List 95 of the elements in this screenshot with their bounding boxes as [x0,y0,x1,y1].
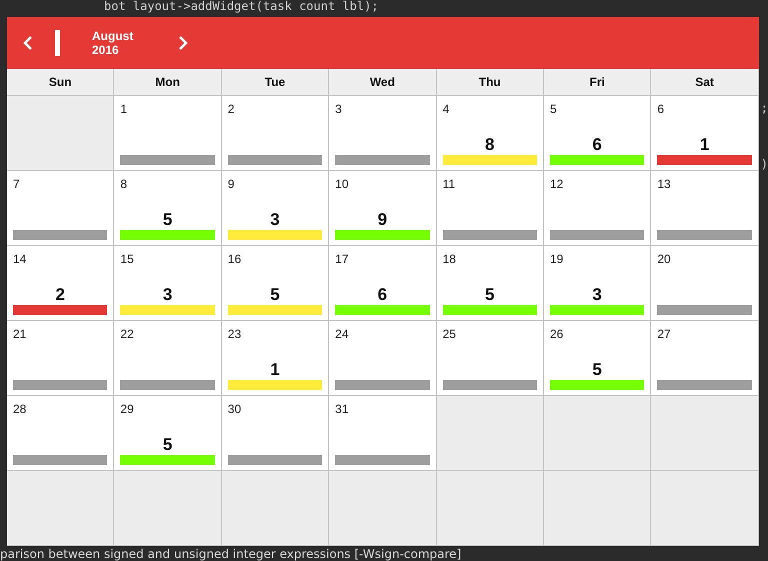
task-count: 2 [55,285,65,305]
day-cell[interactable]: 25 [436,321,544,396]
task-count: 6 [378,285,388,305]
day-number: 4 [442,102,450,116]
task-count: 1 [700,135,710,155]
day-cell[interactable]: 26 5 [544,321,652,396]
day-cell[interactable]: 27 [651,321,759,396]
day-number: 29 [120,402,134,416]
day-number: 11 [442,177,456,191]
weekday-header: Tue [222,69,330,96]
day-number: 27 [657,327,671,341]
next-month-button[interactable] [176,34,190,52]
code-fragment: ; [760,101,768,115]
day-number: 2 [228,102,234,116]
day-cell[interactable]: 31 [329,396,437,471]
day-cell[interactable]: 12 [544,171,652,246]
weekday-header: Thu [436,69,544,96]
previous-month-button[interactable] [21,34,35,52]
weekday-header: Sun [7,69,114,96]
weekday-header: Fri [544,69,652,96]
day-cell[interactable]: 22 [114,321,222,396]
day-cell[interactable]: 4 8 [436,96,544,171]
day-number: 24 [335,327,349,341]
weekday-header: Sat [651,69,759,96]
day-number: 10 [335,177,349,191]
compiler-message: parison between signed and unsigned integer expressions [-Wsign-compare] [0,547,462,561]
day-number: 15 [120,252,134,266]
day-cell[interactable]: 5 6 [544,96,652,171]
task-count: 1 [270,360,280,380]
chevron-right-icon [178,36,188,50]
day-number: 14 [13,252,26,266]
task-count: 9 [378,210,388,230]
day-cell[interactable]: 20 [651,246,759,321]
task-count: 5 [485,285,494,305]
day-number: 20 [657,252,671,266]
task-count: 5 [162,210,172,230]
day-number: 3 [335,102,342,116]
code-line: bot layout->addWidget(task count lbl); [104,0,379,14]
task-count: 6 [592,135,602,155]
day-cell[interactable]: 10 9 [329,171,437,246]
day-cell[interactable]: 2 [222,96,330,171]
day-number: 19 [550,252,564,266]
day-number: 16 [228,252,242,266]
day-cell[interactable]: 18 5 [436,246,544,321]
day-cell[interactable]: 3 [329,96,437,171]
day-cell[interactable]: 24 [329,321,437,396]
day-number: 7 [13,177,20,191]
day-number: 6 [657,102,664,116]
day-cell[interactable]: 1 [114,96,222,171]
day-number: 31 [335,402,349,416]
task-count: 3 [162,285,172,305]
year-label: 2016 [92,43,120,57]
day-cell[interactable]: 11 [436,171,544,246]
day-number: 13 [657,177,671,191]
day-number: 18 [442,252,456,266]
task-count: 3 [270,210,280,230]
vertical-bar-icon [55,30,60,56]
day-number: 9 [228,177,234,191]
task-count: 8 [485,135,494,155]
day-number: 1 [120,102,128,116]
day-number: 8 [120,177,128,191]
day-cell[interactable]: 15 3 [114,246,222,321]
day-cell[interactable]: 16 5 [222,246,330,321]
day-number: 26 [550,327,564,341]
day-cell[interactable]: 13 [651,171,759,246]
day-cell[interactable]: 21 [7,321,114,396]
day-cell[interactable]: 28 [7,396,114,471]
day-cell[interactable]: 17 6 [329,246,437,321]
day-number: 28 [13,402,26,416]
day-number: 23 [228,327,242,341]
task-count: 5 [162,435,172,455]
day-cell[interactable]: 8 5 [114,171,222,246]
day-cell[interactable]: 30 [222,396,330,471]
day-cell[interactable]: 14 2 [7,246,114,321]
weekday-header: Wed [329,69,437,96]
day-number: 25 [442,327,456,341]
day-cell[interactable]: 9 3 [222,171,330,246]
task-count: 5 [592,360,602,380]
day-cell[interactable]: 7 [7,171,114,246]
task-count: 3 [592,285,602,305]
day-number: 12 [550,177,564,191]
day-number: 5 [550,102,557,116]
code-fragment: ) [760,157,768,171]
weekday-header: Mon [114,69,222,96]
day-cell[interactable]: 6 1 [651,96,759,171]
task-count: 5 [270,285,280,305]
month-label: August [92,29,134,43]
day-number: 30 [228,402,242,416]
day-number: 21 [13,327,26,341]
day-number: 22 [120,327,134,341]
day-cell[interactable]: 23 1 [222,321,330,396]
day-number: 17 [335,252,349,266]
day-cell[interactable]: 19 3 [544,246,652,321]
day-cell[interactable]: 29 5 [114,396,222,471]
chevron-left-icon [23,36,33,50]
